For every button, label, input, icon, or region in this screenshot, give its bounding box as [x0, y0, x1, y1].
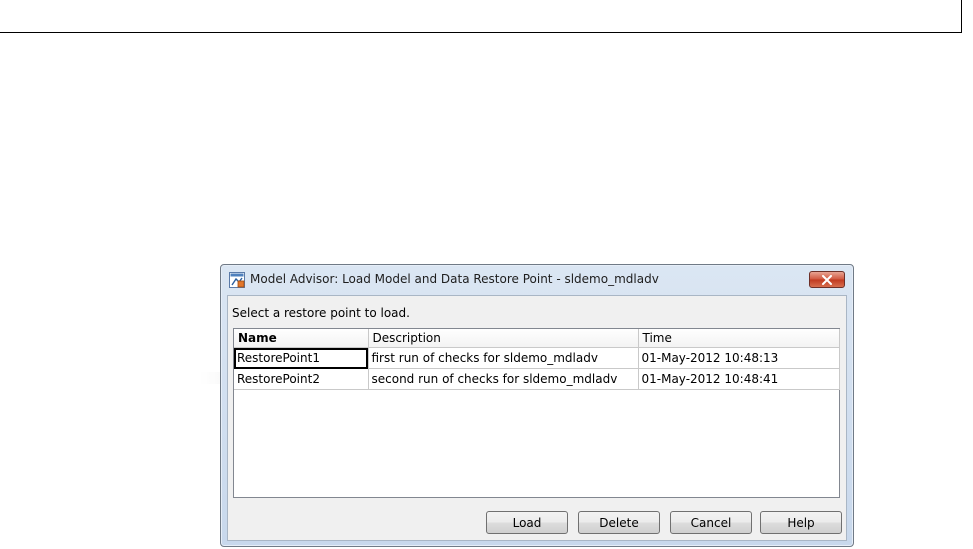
column-header-description[interactable]: Description — [368, 329, 639, 348]
load-button[interactable]: Load — [486, 511, 568, 534]
dialog-title: Model Advisor: Load Model and Data Resto… — [250, 272, 659, 286]
delete-button[interactable]: Delete — [578, 511, 660, 534]
close-button[interactable] — [809, 271, 845, 288]
dialog-body: Select a restore point to load. Name Des… — [227, 295, 847, 541]
cell-name[interactable]: RestorePoint2 — [234, 368, 369, 390]
table-header-row: Name Description Time — [234, 329, 840, 348]
cell-description[interactable]: second run of checks for sldemo_mdladv — [368, 368, 639, 390]
column-header-name[interactable]: Name — [234, 329, 369, 348]
title-bar[interactable]: Model Advisor: Load Model and Data Resto… — [221, 265, 853, 295]
help-button[interactable]: Help — [760, 511, 842, 534]
table-row[interactable]: RestorePoint1 first run of checks for sl… — [234, 347, 840, 369]
column-header-time[interactable]: Time — [638, 329, 840, 348]
restore-point-dialog: Model Advisor: Load Model and Data Resto… — [220, 264, 854, 547]
restore-point-table[interactable]: Name Description Time RestorePoint1 firs… — [233, 328, 840, 498]
model-advisor-icon — [229, 272, 245, 288]
cell-time[interactable]: 01-May-2012 10:48:13 — [638, 347, 840, 369]
close-icon — [822, 274, 832, 285]
table-row[interactable]: RestorePoint2 second run of checks for s… — [234, 368, 840, 390]
page: Model Advisor: Load Model and Data Resto… — [0, 0, 973, 549]
cell-description[interactable]: first run of checks for sldemo_mdladv — [368, 347, 639, 369]
top-frame-rule — [0, 0, 962, 33]
cell-time[interactable]: 01-May-2012 10:48:41 — [638, 368, 840, 390]
cancel-button[interactable]: Cancel — [670, 511, 752, 534]
prompt-label: Select a restore point to load. — [232, 306, 410, 320]
cell-name[interactable]: RestorePoint1 — [234, 347, 369, 369]
